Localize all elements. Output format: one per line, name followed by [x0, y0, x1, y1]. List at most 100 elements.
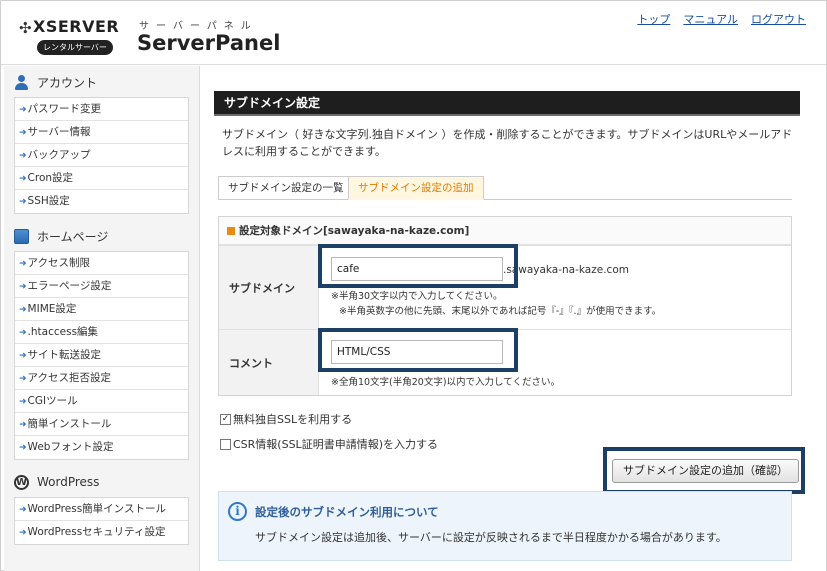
- logo-badge: レンタルサーバー: [37, 40, 113, 55]
- checkbox-unchecked-icon: [220, 438, 231, 450]
- info-box: i 設定後のサブドメイン利用について サブドメイン設定は追加後、サーバーに設定が…: [218, 491, 792, 561]
- subdomain-form-panel: 設定対象ドメイン[sawayaka-na-kaze.com] サブドメイン .s…: [218, 216, 792, 396]
- bullet-square-icon: [227, 227, 235, 235]
- sidebar-item-wp-security[interactable]: ➜WordPressセキュリティ設定: [15, 521, 188, 544]
- sidebar-item-error-page[interactable]: ➜エラーページ設定: [15, 275, 188, 298]
- logo-kana: サーバーパネル: [139, 21, 258, 32]
- target-domain-label: 設定対象ドメイン[sawayaka-na-kaze.com]: [239, 225, 470, 237]
- csr-checkbox[interactable]: CSR情報(SSL証明書申請情報)を入力する: [220, 436, 438, 452]
- sidebar-item-label: アクセス制限: [27, 257, 91, 269]
- person-icon: [14, 74, 29, 90]
- arrow-icon: ➜: [19, 128, 27, 138]
- main-content: サブドメイン設定 サブドメイン（ 好きな文字列.独自ドメイン ）を作成・削除する…: [200, 66, 826, 571]
- section-title: WordPress: [37, 475, 100, 489]
- top-link[interactable]: トップ: [637, 13, 670, 26]
- sidebar-item-label: SSH設定: [27, 195, 70, 207]
- arrow-icon: ➜: [19, 305, 27, 315]
- logout-link[interactable]: ログアウト: [751, 13, 806, 26]
- ssl-checkbox-label: 無料独自SSLを利用する: [233, 413, 353, 426]
- arrow-icon: ➜: [19, 351, 27, 361]
- sidebar-section-homepage: ホームページ: [4, 220, 199, 246]
- arrow-icon: ➜: [19, 328, 27, 338]
- subdomain-row: サブドメイン .sawayaka-na-kaze.com ※半角30文字以内で入…: [219, 245, 791, 329]
- subdomain-label: サブドメイン: [219, 246, 319, 329]
- sidebar-item-label: Webフォント設定: [27, 441, 114, 453]
- arrow-icon: ➜: [19, 174, 27, 184]
- sidebar-item-cgi[interactable]: ➜CGIツール: [15, 390, 188, 413]
- sidebar-item-access-deny[interactable]: ➜アクセス拒否設定: [15, 367, 188, 390]
- window-icon: [14, 228, 29, 244]
- csr-checkbox-label: CSR情報(SSL証明書申請情報)を入力する: [233, 438, 438, 451]
- tab-subdomain-list[interactable]: サブドメイン設定の一覧: [218, 176, 354, 200]
- ssl-checkbox[interactable]: ✓ 無料独自SSLを利用する: [220, 411, 352, 427]
- arrow-icon: ➜: [19, 259, 27, 269]
- homepage-menu: ➜アクセス制限 ➜エラーページ設定 ➜MIME設定 ➜.htaccess編集 ➜…: [14, 251, 189, 460]
- comment-row: コメント ※全角10文字(半角20文字)以内で入力してください。: [219, 329, 791, 395]
- sidebar-item-label: エラーページ設定: [27, 280, 112, 292]
- sidebar-section-wordpress: W WordPress: [4, 466, 199, 492]
- section-title: ホームページ: [37, 229, 109, 244]
- xserver-mark-icon: ✣: [19, 19, 32, 37]
- sidebar-item-wp-install[interactable]: ➜WordPress簡単インストール: [15, 498, 188, 521]
- account-menu: ➜パスワード変更 ➜サーバー情報 ➜バックアップ ➜Cron設定 ➜SSH設定: [14, 97, 189, 214]
- domain-suffix: .sawayaka-na-kaze.com: [503, 264, 629, 276]
- add-subdomain-confirm-button[interactable]: サブドメイン設定の追加（確認）: [612, 459, 799, 483]
- sidebar-item-redirect[interactable]: ➜サイト転送設定: [15, 344, 188, 367]
- sidebar-item-label: CGIツール: [27, 395, 78, 407]
- sidebar-item-label: WordPressセキュリティ設定: [27, 526, 166, 538]
- arrow-icon: ➜: [19, 105, 27, 115]
- comment-note: ※全角10文字(半角20文字)以内で入力してください。: [331, 377, 560, 388]
- sidebar-item-label: パスワード変更: [27, 103, 102, 115]
- sidebar-item-label: Cron設定: [27, 172, 74, 184]
- arrow-icon: ➜: [19, 197, 27, 207]
- sidebar: アカウント ➜パスワード変更 ➜サーバー情報 ➜バックアップ ➜Cron設定 ➜…: [4, 66, 200, 571]
- sidebar-item-password[interactable]: ➜パスワード変更: [15, 98, 188, 121]
- wordpress-menu: ➜WordPress簡単インストール ➜WordPressセキュリティ設定: [14, 497, 189, 545]
- subdomain-cell: .sawayaka-na-kaze.com ※半角30文字以内で入力してください…: [319, 246, 791, 329]
- sidebar-item-label: サイト転送設定: [27, 349, 102, 361]
- sidebar-item-cron[interactable]: ➜Cron設定: [15, 167, 188, 190]
- panel-heading: 設定対象ドメイン[sawayaka-na-kaze.com]: [219, 217, 791, 245]
- sidebar-item-access-limit[interactable]: ➜アクセス制限: [15, 252, 188, 275]
- arrow-icon: ➜: [19, 397, 27, 407]
- section-title: アカウント: [37, 75, 98, 90]
- comment-label: コメント: [219, 330, 319, 395]
- checkbox-checked-icon: ✓: [220, 413, 231, 425]
- sidebar-item-mime[interactable]: ➜MIME設定: [15, 298, 188, 321]
- arrow-icon: ➜: [19, 420, 27, 430]
- product-name: ServerPanel: [137, 31, 281, 55]
- arrow-icon: ➜: [19, 505, 27, 515]
- wordpress-icon: W: [14, 474, 29, 490]
- sidebar-item-server-info[interactable]: ➜サーバー情報: [15, 121, 188, 144]
- info-icon: i: [228, 502, 247, 521]
- sidebar-item-label: .htaccess編集: [27, 326, 99, 338]
- comment-input[interactable]: [331, 340, 503, 364]
- info-title: 設定後のサブドメイン利用について: [255, 505, 439, 519]
- sidebar-item-label: MIME設定: [27, 303, 77, 315]
- sidebar-item-label: バックアップ: [27, 149, 91, 161]
- sidebar-item-webfont[interactable]: ➜Webフォント設定: [15, 436, 188, 459]
- logo-text: XSERVER: [33, 17, 120, 36]
- arrow-icon: ➜: [19, 374, 27, 384]
- arrow-icon: ➜: [19, 528, 27, 538]
- arrow-icon: ➜: [19, 443, 27, 453]
- tab-subdomain-add[interactable]: サブドメイン設定の追加: [348, 176, 484, 200]
- subdomain-note-chars: ※半角英数字の他に先頭、末尾以外であれば記号『-』『.』が使用できます。: [339, 306, 662, 317]
- sidebar-item-htaccess[interactable]: ➜.htaccess編集: [15, 321, 188, 344]
- manual-link[interactable]: マニュアル: [683, 13, 738, 26]
- subdomain-note-length: ※半角30文字以内で入力してください。: [331, 291, 503, 302]
- sidebar-item-ssh[interactable]: ➜SSH設定: [15, 190, 188, 213]
- sidebar-item-label: サーバー情報: [27, 126, 91, 138]
- sidebar-item-easy-install[interactable]: ➜簡単インストール: [15, 413, 188, 436]
- sidebar-item-label: 簡単インストール: [27, 418, 112, 430]
- sidebar-item-backup[interactable]: ➜バックアップ: [15, 144, 188, 167]
- page-title: サブドメイン設定: [214, 91, 800, 116]
- info-text: サブドメイン設定は追加後、サーバーに設定が反映されるまで半日程度かかる場合があり…: [255, 531, 727, 544]
- xserver-logo[interactable]: ✣ XSERVER レンタルサーバー サーバーパネル ServerPanel: [19, 15, 281, 59]
- sidebar-item-label: WordPress簡単インストール: [27, 503, 166, 515]
- subdomain-input[interactable]: [331, 257, 503, 281]
- arrow-icon: ➜: [19, 151, 27, 161]
- tab-bar: サブドメイン設定の一覧 サブドメイン設定の追加: [218, 176, 792, 200]
- comment-cell: ※全角10文字(半角20文字)以内で入力してください。: [319, 330, 791, 395]
- page-frame: ✣ XSERVER レンタルサーバー サーバーパネル ServerPanel ト…: [0, 0, 827, 571]
